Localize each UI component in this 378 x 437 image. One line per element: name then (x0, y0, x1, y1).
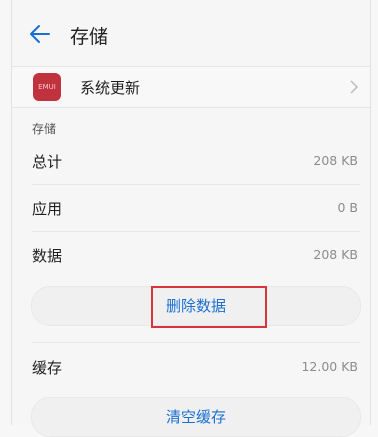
divider (32, 342, 360, 343)
row-label: 缓存 (32, 359, 63, 377)
row-value: 0 B (337, 200, 358, 215)
chevron-right-icon (350, 80, 358, 94)
storage-screen: 存储 EMUI 系统更新 存储 总计 208 KB 应用 0 B 数据 208 … (11, 0, 371, 437)
row-total: 总计 208 KB (12, 138, 370, 184)
row-value: 208 KB (313, 247, 358, 262)
row-data: 数据 208 KB (12, 232, 370, 278)
section-label: 存储 (32, 122, 57, 136)
row-label: 应用 (32, 200, 63, 218)
row-apps: 应用 0 B (12, 185, 370, 231)
row-label: 数据 (32, 247, 63, 265)
back-arrow-icon[interactable] (29, 23, 51, 45)
row-cache: 缓存 12.00 KB (12, 344, 370, 390)
header: 存储 (12, 16, 370, 56)
app-icon: EMUI (33, 73, 61, 101)
clear-cache-button[interactable]: 清空缓存 (31, 397, 361, 437)
row-label: 总计 (32, 153, 63, 171)
page-title: 存储 (70, 26, 109, 48)
row-value: 208 KB (313, 153, 358, 168)
app-row[interactable]: EMUI 系统更新 (12, 66, 370, 108)
row-value: 12.00 KB (301, 359, 358, 374)
app-name: 系统更新 (80, 79, 141, 97)
highlight-box (151, 286, 267, 328)
